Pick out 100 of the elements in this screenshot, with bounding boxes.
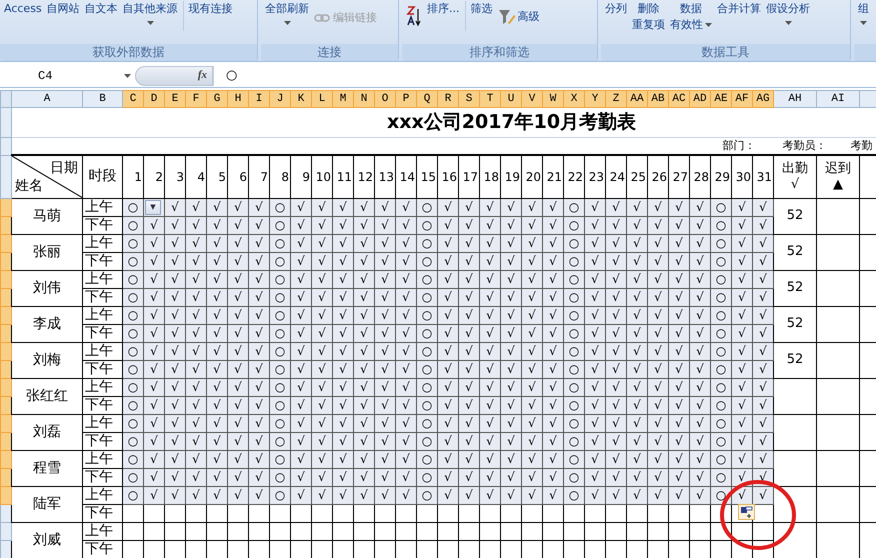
column-header[interactable]: J [270,90,290,108]
mark-cell: √ [164,234,186,252]
mark-cell [144,504,164,522]
mark-cell [270,522,290,540]
row-header[interactable] [0,360,12,378]
column-header[interactable]: L [312,90,332,108]
mark-cell: √ [584,378,606,396]
column-header[interactable]: M [332,90,354,108]
mark-cell [732,522,752,540]
row-header[interactable] [0,252,12,270]
column-header[interactable]: N [354,90,374,108]
column-header[interactable]: Y [584,90,606,108]
mark-cell [164,522,186,540]
mark-cell: √ [228,306,248,324]
mark-cell: ○ [416,252,438,270]
row-header[interactable] [0,504,12,522]
mark-cell: ○ [270,342,290,360]
row-header[interactable] [0,540,12,558]
paste-options-icon[interactable] [738,504,755,520]
mark-cell: √ [164,396,186,414]
mark-cell: √ [206,252,228,270]
column-header[interactable]: P [396,90,416,108]
column-header[interactable]: AE [710,90,732,108]
mark-cell: √ [186,288,206,306]
ribbon-button[interactable]: Access [4,1,42,17]
ribbon-button[interactable]: 删除 重复项 [632,1,665,33]
mark-cell: √ [626,234,648,252]
ribbon-button[interactable]: 自其他来源 [122,1,178,25]
mark-cell: √ [228,252,248,270]
column-header[interactable]: AB [648,90,668,108]
mark-cell: √ [374,342,396,360]
column-header[interactable]: AH [774,90,816,108]
row-header[interactable] [0,396,12,414]
ribbon-button[interactable]: 现有连接 [182,1,233,31]
mark-cell: √ [648,360,668,378]
mark-cell: √ [606,324,626,342]
mark-cell: √ [144,288,164,306]
column-header[interactable]: V [522,90,542,108]
ribbon-button[interactable]: 组 [858,1,869,25]
mark-cell [270,504,290,522]
column-header[interactable]: Q [416,90,438,108]
cut-label: 考勤 [850,138,872,154]
ribbon-button[interactable]: 高级 [498,8,540,26]
ribbon-button[interactable]: 全部刷新 [265,1,309,25]
column-header[interactable]: K [290,90,312,108]
column-header[interactable]: E [164,90,186,108]
mark-cell: √ [458,378,480,396]
late-symbol: ▲ [833,176,843,193]
ribbon-button[interactable]: 合并计算 [717,1,761,17]
column-header[interactable]: H [228,90,248,108]
mark-cell: √ [648,378,668,396]
column-header[interactable]: O [374,90,396,108]
column-header[interactable]: AC [668,90,690,108]
row-header[interactable] [0,468,12,486]
column-header[interactable]: AG [752,90,774,108]
column-header[interactable]: G [206,90,228,108]
mark-cell: √ [144,468,164,486]
row-header[interactable] [0,288,12,306]
ribbon-button[interactable]: 自网站 [46,1,80,17]
column-header[interactable]: B [82,90,122,108]
formula-value[interactable]: ○ [213,66,876,86]
ribbon-button[interactable]: 自文本 [84,1,118,17]
column-header[interactable]: U [500,90,522,108]
mark-cell: √ [542,414,564,432]
column-header[interactable]: S [458,90,480,108]
mark-cell: √ [144,216,164,234]
column-header[interactable]: AA [626,90,648,108]
mark-cell: √ [584,396,606,414]
caret-icon [284,21,290,25]
mark-cell: √ [186,306,206,324]
column-header[interactable]: A [12,90,82,108]
mark-cell: ○ [416,216,438,234]
mark-cell: ○ [710,252,732,270]
column-header[interactable]: R [438,90,458,108]
column-header[interactable]: C [122,90,144,108]
name-box[interactable]: C4 [0,66,135,86]
column-header[interactable]: W [542,90,564,108]
column-header[interactable]: F [186,90,206,108]
ribbon-button[interactable]: 数据 有效性 [670,1,712,33]
row-header[interactable] [0,324,12,342]
ribbon-button[interactable]: 排序... [427,1,460,17]
mark-cell: √ [732,396,752,414]
row-header[interactable] [0,432,12,450]
mark-cell: ○ [270,378,290,396]
mark-cell: √ [690,342,710,360]
column-header[interactable]: T [480,90,500,108]
column-header[interactable]: X [564,90,584,108]
column-header[interactable]: AI [816,90,860,108]
ribbon-button[interactable]: 筛选 [464,1,492,31]
column-header[interactable]: Z [606,90,626,108]
ribbon-button[interactable]: 假设分析 [766,1,810,25]
mark-cell: ○ [122,252,144,270]
column-header[interactable]: I [248,90,270,108]
mark-cell: √ [626,288,648,306]
column-header[interactable]: AF [732,90,752,108]
column-header[interactable]: D [144,90,164,108]
ribbon-button[interactable]: 分列 [605,1,627,17]
function-button[interactable]: fx [135,66,213,86]
column-header[interactable]: AD [690,90,710,108]
row-header[interactable] [0,216,12,234]
